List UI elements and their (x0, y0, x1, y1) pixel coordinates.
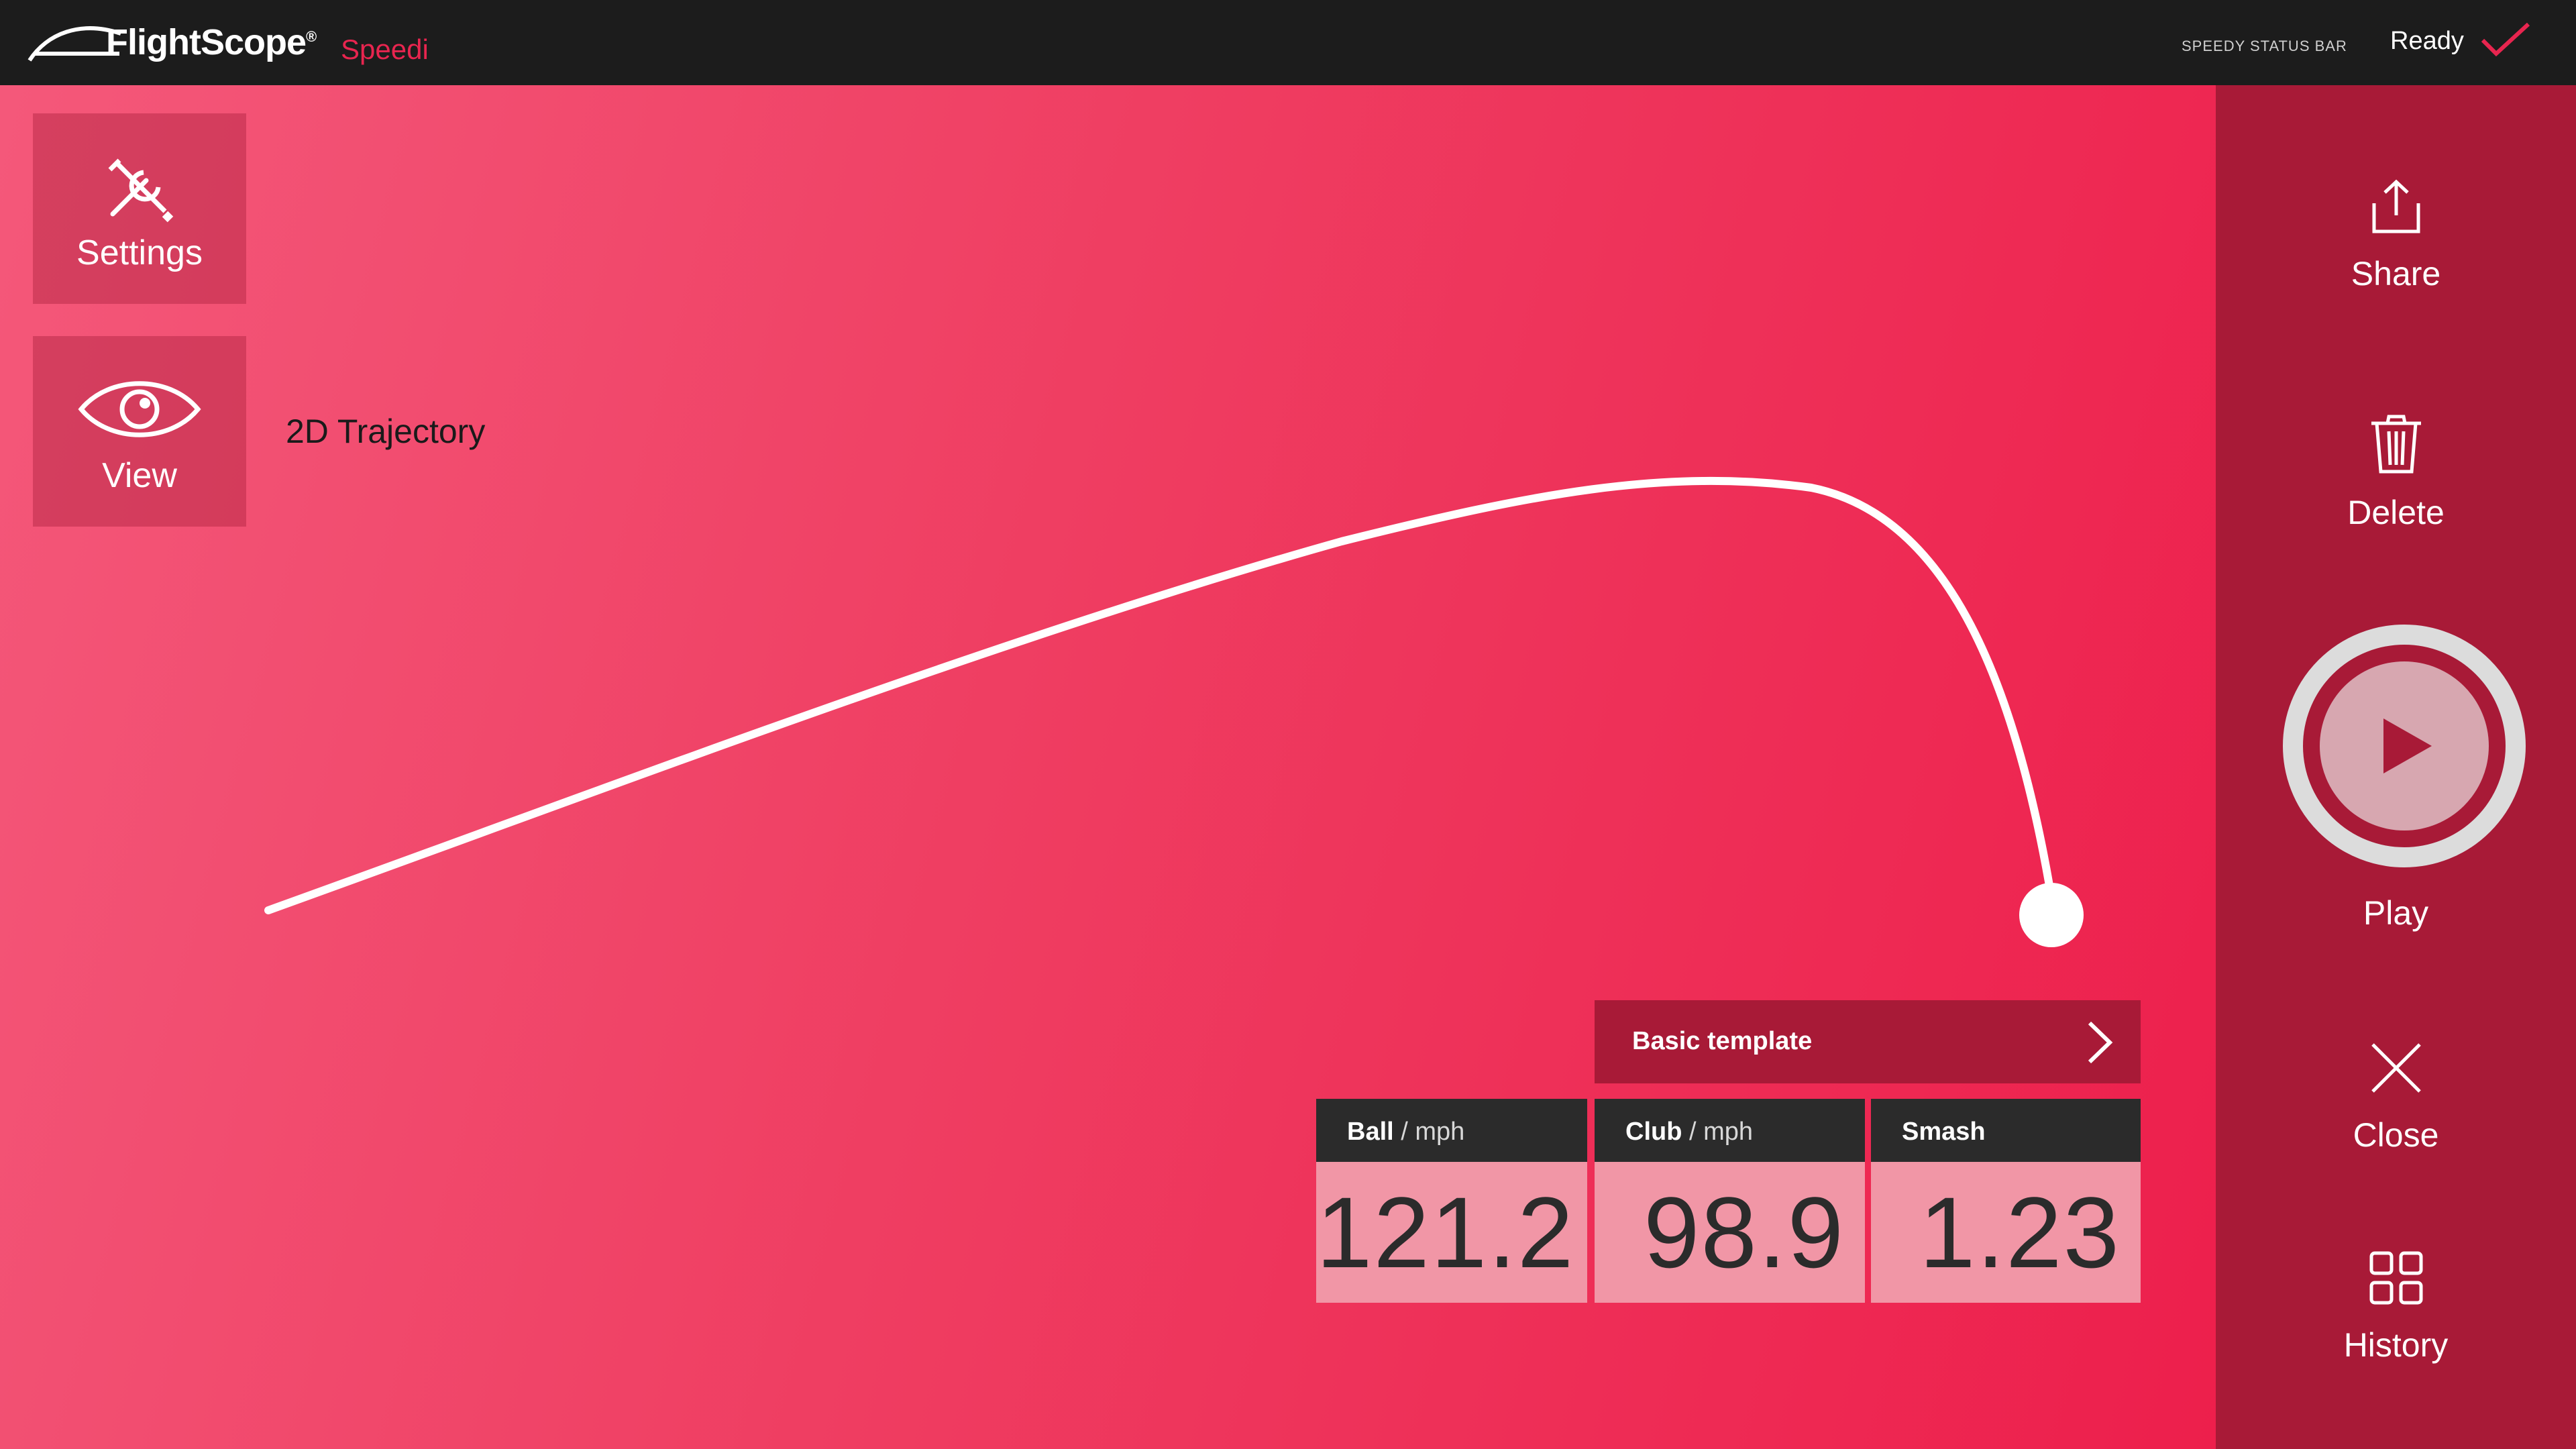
history-label: History (2343, 1326, 2449, 1364)
metric-smash: Smash 1.23 (1871, 1099, 2141, 1303)
play-label-wrap: Play (2216, 894, 2576, 932)
history-button[interactable]: History (2216, 1248, 2576, 1364)
product-name: Speedi (341, 34, 429, 65)
metric-club: Club / mph 98.9 (1595, 1099, 1865, 1303)
close-label: Close (2353, 1116, 2439, 1154)
trajectory-canvas: Settings View 2D Trajectory Basic templa… (0, 85, 2216, 1449)
chevron-right-icon (2088, 1021, 2113, 1064)
template-selector[interactable]: Basic template (1595, 1000, 2141, 1083)
status-text: Ready (2390, 27, 2464, 55)
top-bar: FlightScope® Speedi SPEEDY STATUS BAR Re… (0, 0, 2576, 85)
metric-name: Ball (1347, 1118, 1394, 1146)
metric-value: 121.2 (1316, 1162, 1587, 1303)
metric-value: 1.23 (1871, 1162, 2141, 1303)
delete-button[interactable]: Delete (2216, 411, 2576, 532)
play-icon (2283, 625, 2526, 867)
share-button[interactable]: Share (2216, 176, 2576, 293)
close-icon (2371, 1043, 2421, 1093)
metric-header: Club / mph (1595, 1099, 1865, 1162)
play-label: Play (2363, 894, 2429, 932)
metric-unit: / mph (1401, 1118, 1465, 1146)
delete-label: Delete (2347, 494, 2445, 531)
status-bar-label: SPEEDY STATUS BAR (2182, 38, 2347, 54)
grid-icon (2369, 1251, 2422, 1305)
share-label: Share (2351, 255, 2441, 292)
trajectory-path (264, 476, 2053, 914)
brand-name: FlightScope® (106, 22, 317, 62)
share-icon (2372, 179, 2420, 233)
metric-name: Club (1625, 1118, 1682, 1146)
play-button[interactable] (2282, 623, 2527, 869)
metric-value: 98.9 (1595, 1162, 1865, 1303)
ball-landing-marker (2019, 883, 2084, 947)
close-button[interactable]: Close (2216, 1038, 2576, 1155)
metric-header: Ball / mph (1316, 1099, 1587, 1162)
trash-icon (2371, 415, 2421, 474)
check-icon (2481, 22, 2530, 57)
metric-ball: Ball / mph 121.2 (1316, 1099, 1587, 1303)
template-label: Basic template (1632, 1027, 1813, 1055)
metric-name: Smash (1902, 1118, 1986, 1146)
action-sidebar: Share Delete Play Close History (2216, 85, 2576, 1449)
metric-header: Smash (1871, 1099, 2141, 1162)
metric-unit: / mph (1689, 1118, 1754, 1146)
